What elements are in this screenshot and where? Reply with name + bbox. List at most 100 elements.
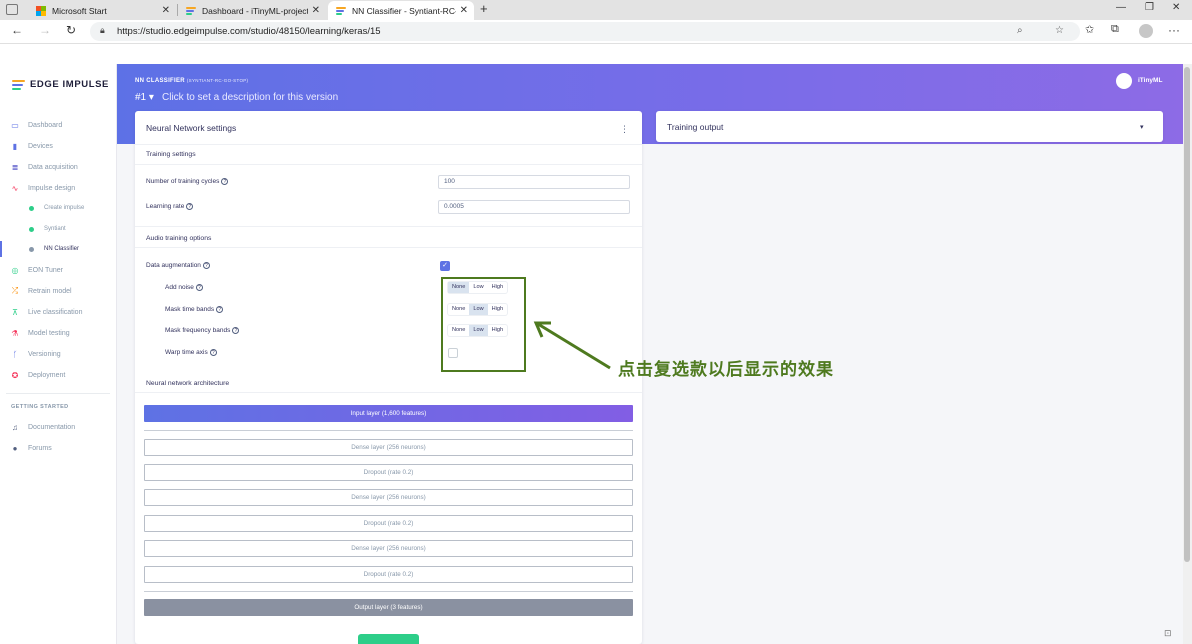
close-tab-icon[interactable]: ✕ [460,5,468,16]
status-dot-icon [29,246,34,252]
sidebar-item-forums[interactable]: ● Forums [0,440,117,456]
sidebar-item-label: Versioning [28,350,61,358]
training-cycles-input[interactable]: 100 [438,175,630,189]
start-training-button[interactable] [358,634,419,644]
status-dot-icon [29,226,34,232]
new-tab-button[interactable]: + [480,1,488,16]
collections-icon[interactable]: ⧉ [1111,23,1119,36]
sidebar-item-deployment[interactable]: ✪ Deployment [0,367,117,383]
sidebar-item-live-classification[interactable]: ⊼ Live classification [0,304,117,320]
tab-dashboard[interactable]: Dashboard - iTinyML-project-1 ✕ [178,1,326,20]
dropout-layer[interactable]: Dropout (rate 0.2) [144,464,633,481]
arrow-shaft [537,322,611,370]
rocket-icon: ✪ [11,370,19,380]
sidebar-item-data-acquisition[interactable]: ≣ Data acquisition [0,159,117,175]
sidebar-item-retrain-model[interactable]: ⤮ Retrain model [0,283,117,299]
training-output-panel: Training output ▾ [656,111,1163,142]
version-dropdown[interactable]: #1 ▾ [135,92,154,103]
sidebar: EDGE IMPULSE ▭ Dashboard ▮ Devices ≣ Dat… [0,64,117,644]
tab-title: Microsoft Start [52,5,107,16]
restore-icon[interactable]: ❐ [1145,2,1154,13]
dense-layer[interactable]: Dense layer (256 neurons) [144,439,633,456]
output-layer[interactable]: Output layer (3 features) [144,599,633,616]
profile-icon[interactable] [1139,24,1153,38]
section-divider [135,164,642,165]
label-text: Mask time bands [165,306,215,314]
block-title: NN CLASSIFIER (SYNTIANT-RC-GO-STOP) [135,78,248,84]
sidebar-item-create-impulse[interactable]: Create impulse [0,200,117,216]
lock-icon[interactable]: 🔒︎ [100,25,105,36]
help-icon[interactable]: ? [232,327,240,334]
address-bar[interactable]: 🔒︎ https://studio.edgeimpulse.com/studio… [90,22,1080,41]
chevron-down-icon[interactable]: ▾ [1140,123,1144,131]
sidebar-item-model-testing[interactable]: ⚗ Model testing [0,325,117,341]
sidebar-item-impulse-design[interactable]: ∿ Impulse design [0,180,117,196]
edge-impulse-favicon-icon [336,6,346,16]
sidebar-item-devices[interactable]: ▮ Devices [0,138,117,154]
favorites-icon[interactable]: ✩ [1085,23,1094,36]
dense-layer[interactable]: Dense layer (256 neurons) [144,540,633,557]
sidebar-item-eon-tuner[interactable]: ◎ EON Tuner [0,262,117,278]
close-tab-icon[interactable]: ✕ [312,5,320,16]
dense-layer[interactable]: Dense layer (256 neurons) [144,489,633,506]
learning-rate-input[interactable]: 0.0005 [438,200,630,214]
sidebar-item-label: Dashboard [28,121,63,129]
close-tab-icon[interactable]: ✕ [162,5,170,16]
training-settings-heading: Training settings [146,151,196,158]
book-icon: ♫ [12,422,18,432]
warp-time-axis-label: Warp time axis? [165,349,217,356]
help-icon[interactable]: ? [195,284,203,291]
sidebar-item-label: Impulse design [28,184,76,192]
feedback-icon[interactable]: ⊡ [1164,628,1172,639]
sidebar-item-syntiant[interactable]: Syntiant [0,221,117,237]
more-icon[interactable]: ··· [1168,23,1180,37]
tab-microsoft-start[interactable]: Microsoft Start ✕ [28,1,176,20]
help-icon[interactable]: ? [209,349,217,356]
sidebar-item-nn-classifier[interactable]: NN Classifier [0,241,117,257]
sidebar-item-label: Deployment [28,371,66,379]
block-subtitle: (SYNTIANT-RC-GO-STOP) [186,78,249,83]
edge-impulse-logo[interactable]: EDGE IMPULSE [12,79,109,90]
branch-icon: ᚴ [12,349,18,359]
zoom-icon[interactable]: ⌕ [1017,25,1023,36]
user-name[interactable]: iTinyML [1138,77,1162,84]
user-avatar[interactable] [1116,73,1132,89]
page-scrollbar[interactable] [1183,64,1192,644]
forward-icon[interactable]: → [39,23,51,37]
help-icon[interactable]: ? [221,178,229,185]
version-description[interactable]: Click to set a description for this vers… [162,92,338,103]
refresh-icon[interactable]: ↻ [66,23,76,37]
scrollbar-thumb[interactable] [1184,67,1190,562]
input-layer[interactable]: Input layer (1,600 features) [144,405,633,422]
dropout-layer[interactable]: Dropout (rate 0.2) [144,566,633,583]
data-augmentation-checkbox[interactable]: ✓ [440,261,450,271]
favorite-add-icon[interactable]: ☆ [1055,25,1064,36]
edge-impulse-favicon-icon [186,6,196,16]
sidebar-item-versioning[interactable]: ᚴ Versioning [0,346,117,362]
sidebar-item-label: EON Tuner [28,266,64,274]
layer-divider [144,591,633,592]
active-indicator [0,241,2,257]
tab-nn-classifier[interactable]: NN Classifier - Syntiant-RC-Go-S ✕ [328,1,474,20]
sidebar-divider [6,393,110,394]
data-augmentation-label: Data augmentation? [146,262,210,269]
sidebar-item-documentation[interactable]: ♫ Documentation [0,419,117,435]
help-icon[interactable]: ? [202,262,210,269]
close-window-icon[interactable]: ✕ [1172,2,1180,13]
help-icon[interactable]: ? [216,306,224,313]
tab-actions-icon[interactable] [6,4,18,15]
block-title-text: NN CLASSIFIER [135,78,185,84]
sidebar-item-dashboard[interactable]: ▭ Dashboard [0,117,117,133]
help-icon[interactable]: ? [186,203,194,210]
section-divider [135,392,642,393]
section-divider [135,144,642,145]
sidebar-item-label: Forums [28,444,52,452]
label-text: Learning rate [146,203,185,211]
sidebar-item-label: Syntiant [44,226,66,232]
annotation-arrow-icon [533,321,611,370]
more-options-icon[interactable]: ⋮ [620,124,629,135]
back-icon[interactable]: ← [11,23,23,37]
dropout-layer[interactable]: Dropout (rate 0.2) [144,515,633,532]
minimize-icon[interactable]: — [1116,2,1126,13]
audio-options-heading: Audio training options [146,235,212,242]
